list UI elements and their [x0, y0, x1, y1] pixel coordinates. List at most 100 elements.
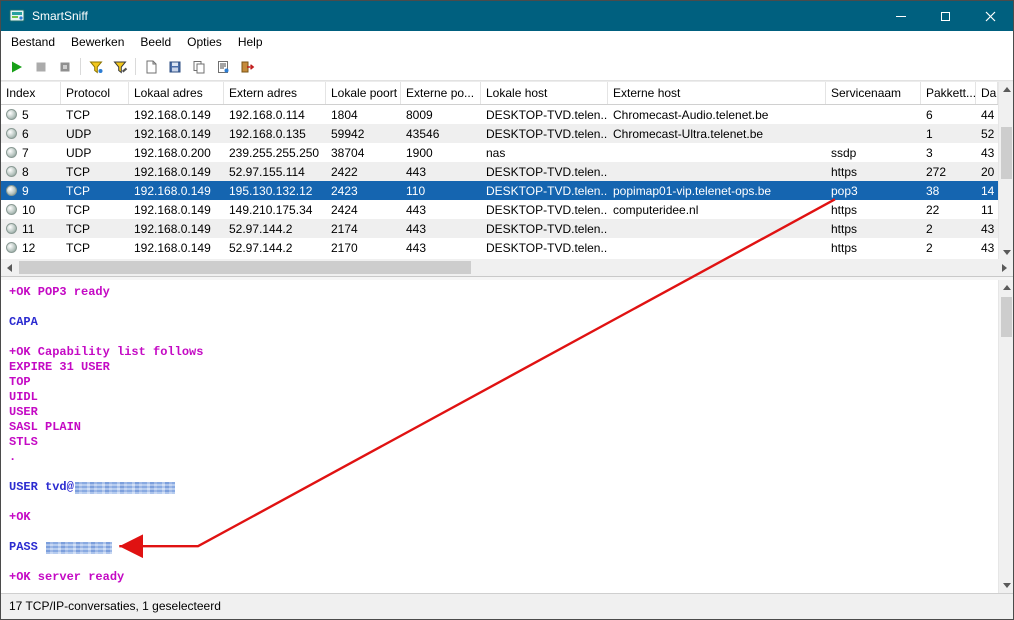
cell-remote-port: 443 — [406, 203, 427, 217]
col-index-header[interactable]: Index — [1, 82, 61, 104]
display-filter-button[interactable] — [108, 55, 132, 78]
cell-local-host: DESKTOP-TVD.telen... — [486, 203, 608, 217]
cell-index: 12 — [1, 238, 61, 257]
table-row[interactable]: 10 TCP 192.168.0.149 149.210.175.34 2424 443 D… — [1, 200, 998, 219]
menu-opties[interactable]: Opties — [179, 32, 230, 52]
cell-local-addr: 192.168.0.149 — [134, 165, 211, 179]
arrow-down-icon — [1002, 583, 1011, 588]
cell-local-port: 2174 — [331, 222, 358, 236]
start-capture-button[interactable] — [5, 55, 29, 78]
close-button[interactable] — [968, 1, 1013, 31]
col-local-port-header[interactable]: Lokale poort — [326, 82, 401, 104]
cell-remote-addr: 195.130.132.12 — [229, 184, 313, 198]
cell-remote-port: 443 — [406, 222, 427, 236]
cell-index: 8 — [1, 162, 61, 181]
exit-button[interactable] — [235, 55, 259, 78]
start-capture-icon — [12, 61, 22, 72]
scroll-right-button[interactable] — [996, 259, 1013, 276]
stop-capture-icon — [36, 62, 46, 71]
col-remote-host-header[interactable]: Externe host — [608, 82, 826, 104]
table-row[interactable]: 11 TCP 192.168.0.149 52.97.144.2 2174 443 DESK… — [1, 219, 998, 238]
table-row[interactable]: 6 UDP 192.168.0.149 192.168.0.135 59942 43546… — [1, 124, 998, 143]
scroll-left-button[interactable] — [1, 259, 18, 276]
session-line — [9, 300, 998, 315]
conversation-list: Index Protocol Lokaal adres Extern adres… — [1, 81, 1013, 260]
cell-local-port: 59942 — [331, 127, 365, 141]
session-text: +OK POP3 ready CAPA +OK Capability list fo… — [1, 280, 998, 593]
redacted-username — [74, 482, 175, 494]
cell-local-host: DESKTOP-TVD.telen... — [486, 127, 608, 141]
session-line: +OK server ready — [9, 570, 125, 584]
capture-filter-button[interactable] — [84, 55, 108, 78]
col-remote-addr-header[interactable]: Extern adres — [224, 82, 326, 104]
session-line: +OK — [9, 510, 31, 524]
session-line: . — [9, 450, 17, 464]
cell-packets: 6 — [926, 108, 933, 122]
col-local-addr-header[interactable]: Lokaal adres — [129, 82, 224, 104]
cell-local-port: 2423 — [331, 184, 358, 198]
col-protocol-header[interactable]: Protocol — [61, 82, 129, 104]
cell-index: 5 — [1, 105, 61, 124]
capture-filter-icon — [89, 61, 103, 74]
maximize-button[interactable] — [923, 1, 968, 31]
cell-local-port: 2422 — [331, 165, 358, 179]
cell-remote-addr: 52.97.144.2 — [229, 241, 293, 255]
table-vertical-scrollbar[interactable] — [998, 82, 1013, 260]
arrow-left-icon — [7, 263, 12, 272]
scrollbar-thumb[interactable] — [1001, 127, 1012, 179]
menu-bewerken[interactable]: Bewerken — [63, 32, 132, 52]
scroll-down-button[interactable] — [999, 245, 1014, 260]
table-row[interactable]: 5 TCP 192.168.0.149 192.168.0.114 1804 8009 DE… — [1, 105, 998, 124]
menu-beeld[interactable]: Beeld — [132, 32, 179, 52]
conversation-icon — [6, 109, 17, 120]
cell-protocol: TCP — [66, 165, 90, 179]
cell-packets: 38 — [926, 184, 940, 198]
horizontal-scrollbar[interactable] — [1, 259, 1013, 276]
table-row[interactable]: 12 TCP 192.168.0.149 52.97.144.2 2170 443 DESK… — [1, 238, 998, 257]
col-remote-port-header[interactable]: Externe po... — [401, 82, 481, 104]
minimize-button[interactable] — [878, 1, 923, 31]
cell-local-host: DESKTOP-TVD.telen... — [486, 241, 608, 255]
scrollbar-thumb[interactable] — [1001, 297, 1012, 337]
table-row[interactable]: 7 UDP 192.168.0.200 239.255.255.250 38704 190… — [1, 143, 998, 162]
col-packets-header[interactable]: Pakkett... — [921, 82, 976, 104]
stop-capture-button[interactable] — [29, 55, 53, 78]
scroll-down-button[interactable] — [999, 578, 1014, 593]
cell-local-port: 38704 — [331, 146, 365, 160]
exit-icon — [241, 61, 255, 72]
table-row[interactable]: 9 TCP 192.168.0.149 195.130.132.12 2423 110 DE… — [1, 181, 998, 200]
properties-button[interactable] — [211, 55, 235, 78]
cell-local-port: 1804 — [331, 108, 358, 122]
cell-protocol: TCP — [66, 203, 90, 217]
clear-packets-button[interactable] — [139, 55, 163, 78]
cell-remote-port: 1900 — [406, 146, 433, 160]
save-button[interactable] — [163, 55, 187, 78]
cell-remote-addr: 52.97.144.2 — [229, 222, 293, 236]
copy-button[interactable] — [187, 55, 211, 78]
table-row[interactable]: 8 TCP 192.168.0.149 52.97.155.114 2422 443 DES… — [1, 162, 998, 181]
cell-data: 44 — [981, 108, 995, 122]
session-line: SASL PLAIN — [9, 420, 82, 434]
session-vertical-scrollbar[interactable] — [998, 280, 1013, 593]
menu-help[interactable]: Help — [230, 32, 271, 52]
cell-remote-host: computeridee.nl — [613, 203, 699, 217]
cell-local-port: 2424 — [331, 203, 358, 217]
cell-local-host: DESKTOP-TVD.telen... — [486, 184, 608, 198]
save-icon — [169, 61, 181, 72]
scroll-up-button[interactable] — [999, 82, 1014, 97]
menu-bestand[interactable]: Bestand — [3, 32, 63, 52]
cell-remote-port: 443 — [406, 165, 427, 179]
cell-protocol: TCP — [66, 241, 90, 255]
cell-index: 7 — [1, 143, 61, 162]
pause-capture-button[interactable] — [53, 55, 77, 78]
col-service-header[interactable]: Servicenaam — [826, 82, 921, 104]
arrow-right-icon — [1002, 263, 1007, 272]
session-pane: +OK POP3 ready CAPA +OK Capability list fo… — [1, 280, 1013, 593]
scrollbar-thumb[interactable] — [19, 261, 471, 274]
cell-local-port: 2170 — [331, 241, 358, 255]
cell-local-addr: 192.168.0.149 — [134, 108, 211, 122]
col-local-host-header[interactable]: Lokale host — [481, 82, 608, 104]
cell-packets: 3 — [926, 146, 933, 160]
col-data-header[interactable]: Da — [976, 82, 998, 104]
scroll-up-button[interactable] — [999, 280, 1014, 295]
